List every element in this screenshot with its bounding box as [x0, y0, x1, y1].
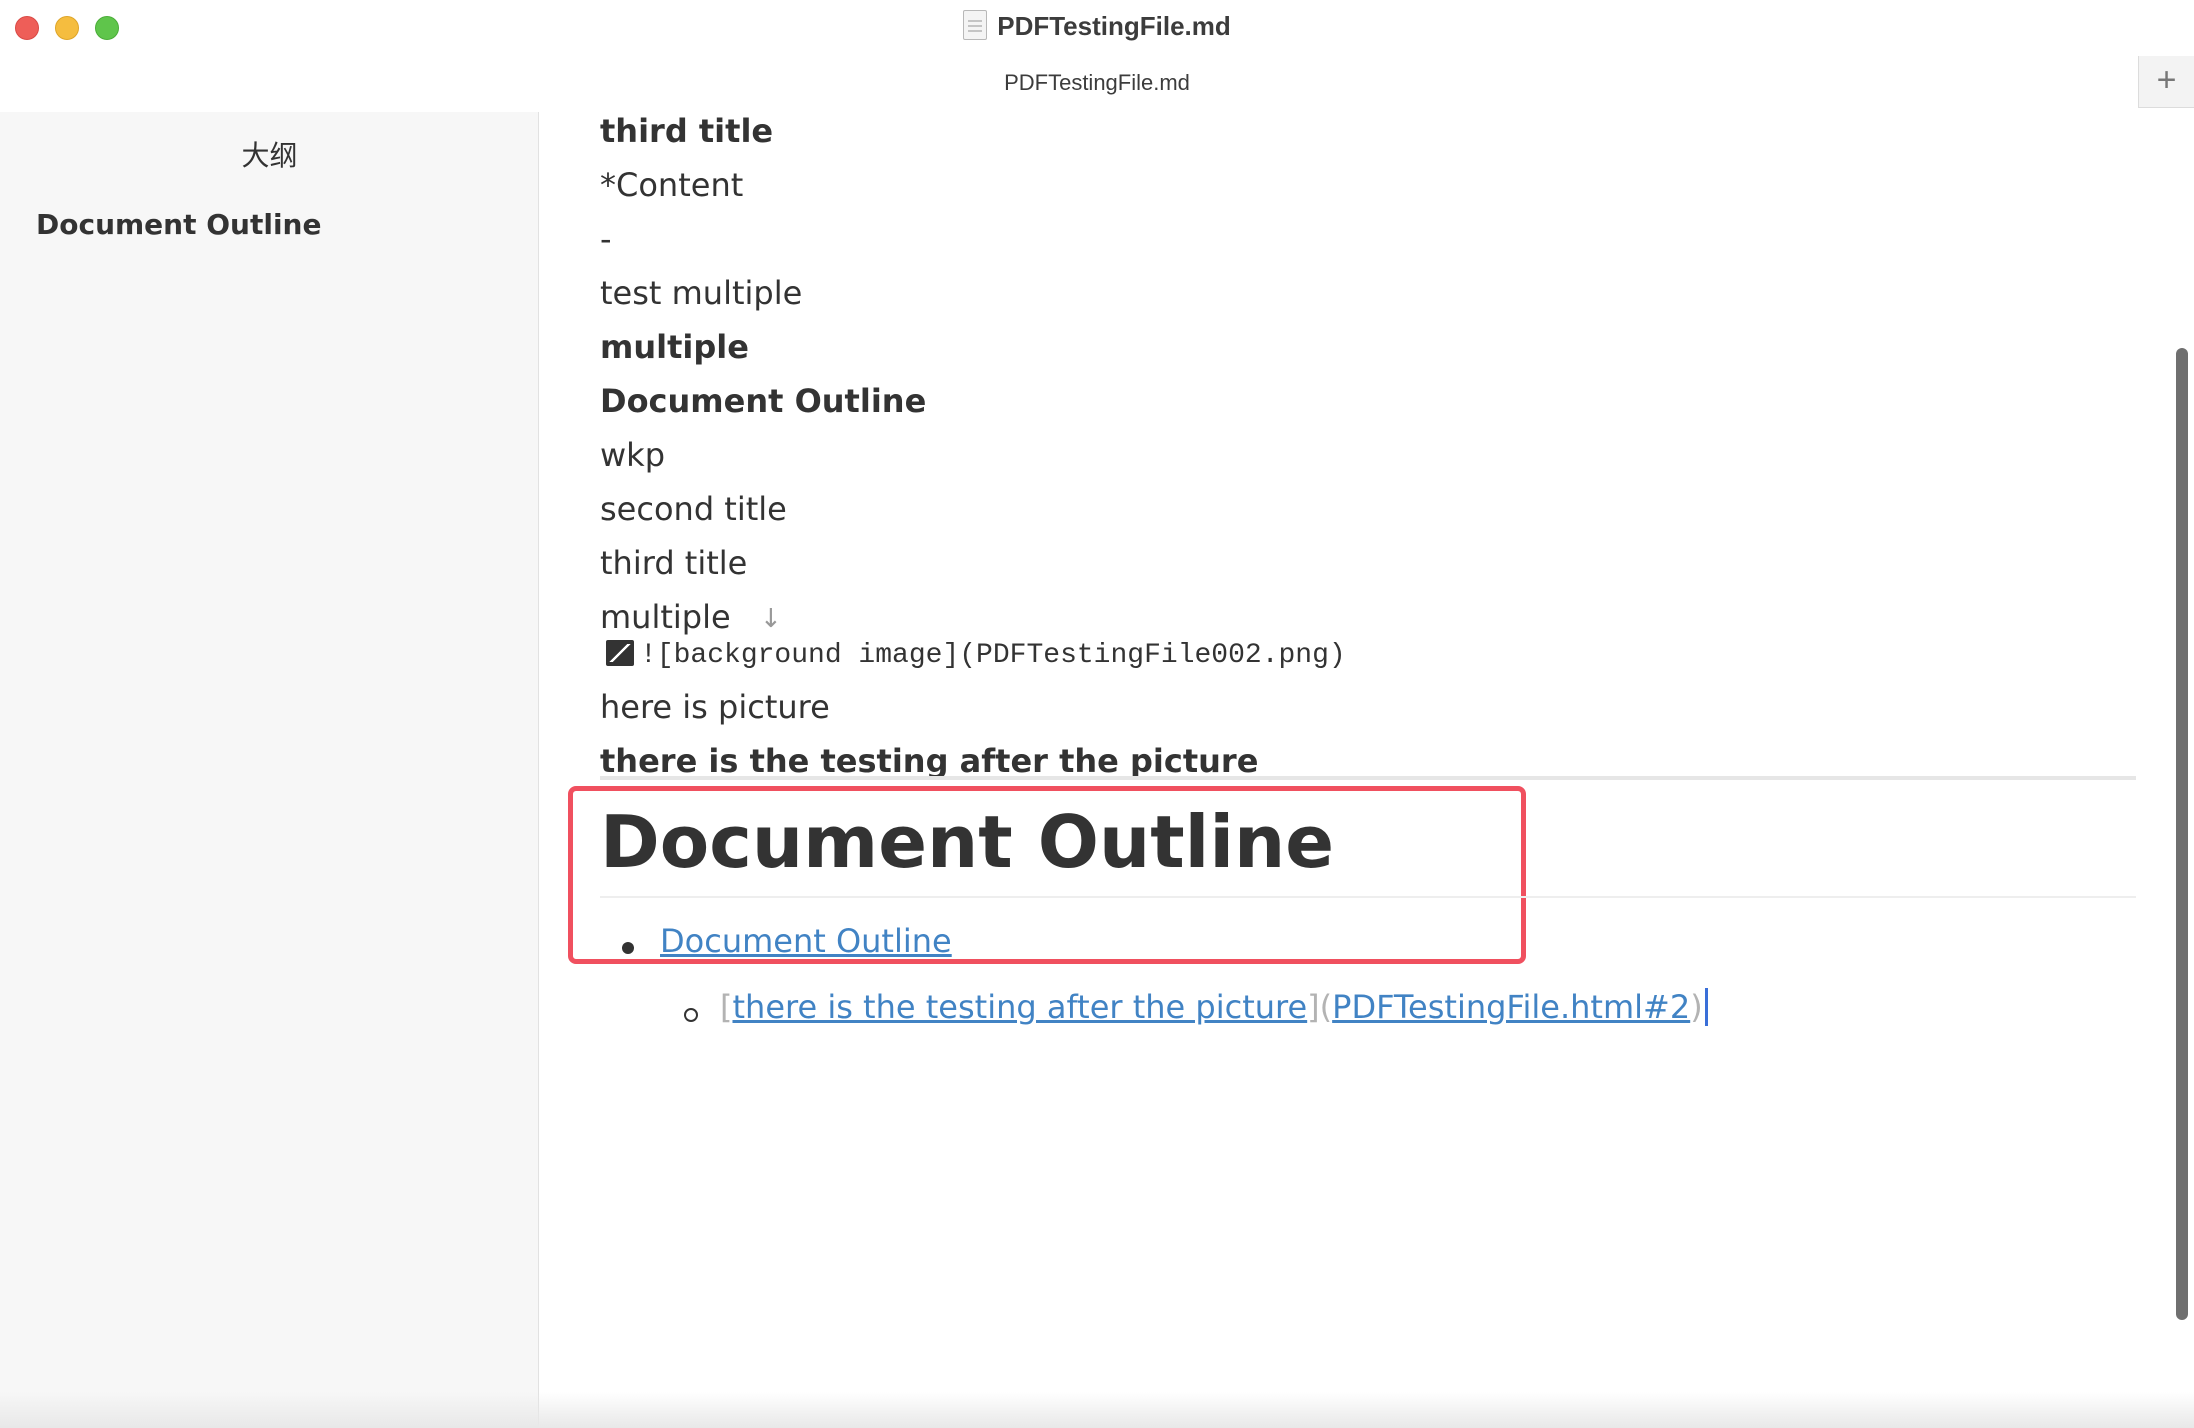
- heading-document-outline[interactable]: Document Outline: [600, 800, 1334, 884]
- text-cursor: [1704, 988, 1708, 1026]
- sublist-link[interactable]: [there is the testing after the picture]…: [720, 988, 1708, 1026]
- paragraph[interactable]: here is picture: [600, 688, 830, 726]
- heading-underline: [600, 896, 2136, 898]
- vertical-scrollbar[interactable]: [2176, 348, 2188, 1320]
- paragraph[interactable]: -: [600, 220, 612, 258]
- paragraph[interactable]: there is the testing after the picture: [600, 742, 1258, 780]
- horizontal-rule: [600, 776, 2136, 780]
- bottom-edge: [0, 1392, 2194, 1428]
- link-bracket: [: [720, 988, 733, 1026]
- paragraph[interactable]: Document Outline: [600, 382, 926, 420]
- link-bracket: ](: [1307, 988, 1333, 1026]
- paragraph[interactable]: multiple: [600, 328, 749, 366]
- outline-item-document-outline[interactable]: Document Outline: [36, 208, 321, 241]
- new-tab-button[interactable]: +: [2138, 56, 2194, 108]
- document-icon: [963, 10, 988, 40]
- outline-sidebar: 大纲 Document Outline: [0, 112, 539, 1428]
- paragraph[interactable]: wkp: [600, 436, 665, 474]
- image-markdown-source[interactable]: ![background image](PDFTestingFile002.pn…: [640, 640, 1346, 671]
- link-bracket: ): [1690, 988, 1703, 1026]
- list-bullet: [622, 942, 634, 954]
- title-bar: PDFTestingFile.md PDFTestingFile.md +: [0, 0, 2194, 112]
- down-arrow-icon: ↓: [760, 604, 782, 634]
- paragraph[interactable]: multiple: [600, 598, 731, 636]
- sublist-bullet: [684, 1008, 698, 1022]
- window-title-text: PDFTestingFile.md: [997, 11, 1231, 41]
- paragraph[interactable]: test multiple: [600, 274, 802, 312]
- broken-image-icon: [606, 640, 634, 666]
- editor-area[interactable]: third title *Content - test multiple mul…: [540, 112, 2194, 1428]
- paragraph[interactable]: third title: [600, 544, 747, 582]
- list-link-document-outline[interactable]: Document Outline: [660, 922, 952, 960]
- window-title: PDFTestingFile.md: [0, 10, 2194, 42]
- tab-file[interactable]: PDFTestingFile.md: [0, 70, 2194, 96]
- paragraph[interactable]: second title: [600, 490, 787, 528]
- paragraph[interactable]: third title: [600, 112, 773, 150]
- paragraph[interactable]: *Content: [600, 166, 743, 204]
- image-source-line[interactable]: ![background image](PDFTestingFile002.pn…: [606, 640, 1346, 671]
- link-href[interactable]: PDFTestingFile.html#2: [1332, 988, 1690, 1026]
- link-text[interactable]: there is the testing after the picture: [732, 988, 1307, 1026]
- sidebar-title: 大纲: [241, 139, 298, 172]
